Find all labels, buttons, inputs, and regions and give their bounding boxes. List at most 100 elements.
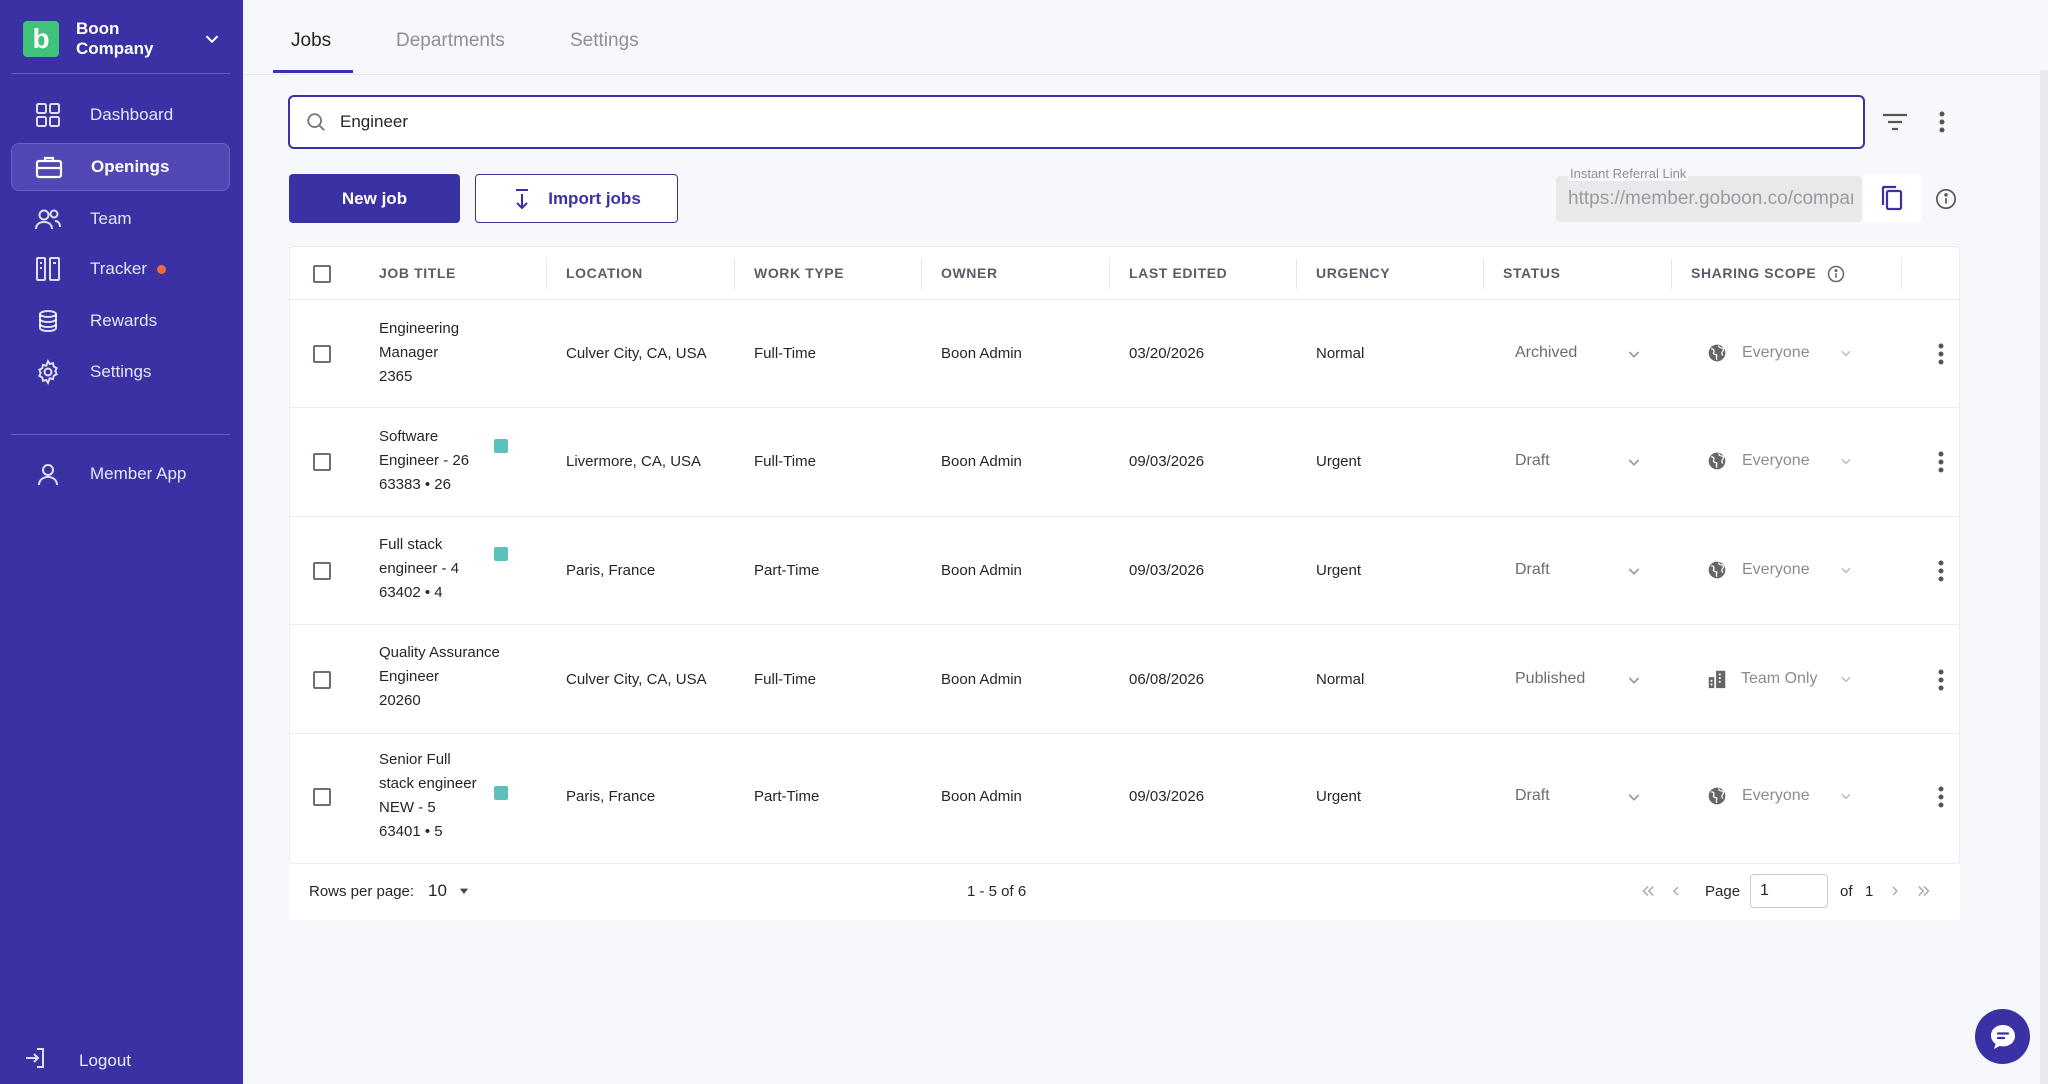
table-row[interactable]: Senior Full stack engineer NEW - 5 63401… (290, 734, 1959, 864)
job-title-cell[interactable]: Engineering Manager 2365 (379, 317, 504, 389)
tab-settings[interactable]: Settings (570, 30, 639, 52)
row-checkbox[interactable] (313, 788, 331, 806)
job-title-cell[interactable]: Senior Full stack engineer NEW - 5 63401… (379, 748, 504, 844)
job-title-cell[interactable]: Software Engineer - 26 63383 • 26 (379, 425, 504, 497)
chevron-down-icon (1628, 568, 1640, 575)
chevron-down-icon[interactable] (201, 28, 223, 50)
sidebar-item-tracker[interactable]: Tracker (11, 245, 230, 293)
more-options-button[interactable] (1930, 108, 1954, 136)
sharing-scope-value: Everyone (1742, 452, 1810, 469)
location-cell: Culver City, CA, USA (566, 345, 707, 362)
column-header-job-title[interactable]: JOB TITLE (379, 265, 456, 281)
chat-button[interactable] (1975, 1009, 2030, 1064)
sidebar-item-rewards[interactable]: Rewards (11, 297, 230, 345)
sidebar-item-dashboard[interactable]: Dashboard (11, 91, 230, 139)
referral-link-field: Instant Referral Link (1556, 166, 1862, 222)
more-vertical-icon (1938, 560, 1944, 582)
new-job-button[interactable]: New job (289, 174, 460, 223)
row-more-button[interactable] (1931, 784, 1951, 810)
row-more-button[interactable] (1931, 558, 1951, 584)
referral-badge-icon (494, 439, 508, 453)
job-id: 2365 (379, 368, 413, 385)
copy-icon (1881, 185, 1903, 211)
referral-badge-icon (494, 547, 508, 561)
owner-cell: Boon Admin (941, 562, 1022, 579)
job-title-cell[interactable]: Full stack engineer - 4 63402 • 4 (379, 533, 504, 605)
column-header-owner[interactable]: OWNER (941, 265, 998, 281)
row-more-button[interactable] (1931, 449, 1951, 475)
job-title-cell[interactable]: Quality Assurance Engineer 20260 (379, 641, 519, 713)
row-checkbox[interactable] (313, 453, 331, 471)
column-header-location[interactable]: LOCATION (566, 265, 643, 281)
more-vertical-icon (1938, 669, 1944, 691)
status-value: Draft (1515, 787, 1550, 804)
info-icon[interactable] (1934, 187, 1958, 211)
job-title-line: Senior Full (379, 751, 451, 768)
tab-departments[interactable]: Departments (396, 30, 505, 52)
table-row[interactable]: Engineering Manager 2365 Culver City, CA… (290, 300, 1959, 408)
people-icon (34, 205, 62, 233)
boon-logo: b (23, 21, 59, 57)
logout-button[interactable]: Logout (23, 1046, 131, 1075)
column-divider (734, 259, 735, 289)
referral-link-input[interactable] (1568, 188, 1853, 210)
table-row[interactable]: Quality Assurance Engineer 20260 Culver … (290, 625, 1959, 734)
table-pagination: Rows per page: 10 1 - 5 of 6 Page of 1 (289, 864, 1960, 920)
column-header-status[interactable]: STATUS (1503, 265, 1561, 281)
company-switcher[interactable]: b Boon Company (23, 14, 223, 64)
select-all-checkbox[interactable] (313, 265, 331, 283)
tab-jobs[interactable]: Jobs (291, 30, 331, 52)
prev-page-button[interactable] (1666, 880, 1686, 902)
sharing-scope-value: Everyone (1742, 344, 1810, 361)
row-more-button[interactable] (1931, 667, 1951, 693)
sidebar-item-team[interactable]: Team (11, 195, 230, 243)
import-jobs-button[interactable]: Import jobs (475, 174, 678, 223)
column-divider (1296, 259, 1297, 289)
column-header-sharing-scope[interactable]: SHARING SCOPE (1691, 265, 1816, 281)
first-page-button[interactable] (1638, 880, 1658, 902)
active-tab-indicator (273, 70, 353, 73)
page-scrollbar[interactable] (2040, 70, 2048, 1084)
owner-cell: Boon Admin (941, 345, 1022, 362)
briefcase-icon (35, 153, 63, 181)
sidebar-item-settings[interactable]: Settings (11, 348, 230, 396)
company-name: Boon Company (76, 19, 154, 58)
column-divider (1671, 259, 1672, 289)
row-checkbox[interactable] (313, 345, 331, 363)
table-row[interactable]: Full stack engineer - 4 63402 • 4 Paris,… (290, 517, 1959, 625)
globe-icon (1708, 787, 1726, 805)
column-header-work-type[interactable]: WORK TYPE (754, 265, 844, 281)
last-page-button[interactable] (1914, 880, 1934, 902)
tracker-icon (34, 255, 62, 283)
rows-per-page-value: 10 (428, 881, 447, 900)
column-header-urgency[interactable]: URGENCY (1316, 265, 1390, 281)
chevron-down-icon (1841, 676, 1851, 683)
work-type-cell: Full-Time (754, 453, 816, 470)
page-number-input[interactable] (1750, 874, 1828, 908)
job-id: 63401 • 5 (379, 823, 443, 840)
next-page-button[interactable] (1885, 880, 1905, 902)
filter-button[interactable] (1880, 108, 1910, 136)
referral-link-label: Instant Referral Link (1568, 166, 1689, 181)
job-title-line: Full stack (379, 536, 443, 553)
location-cell: Culver City, CA, USA (566, 671, 707, 688)
sidebar-item-openings[interactable]: Openings (11, 143, 230, 191)
job-id: 63402 • 4 (379, 584, 443, 601)
status-value: Archived (1515, 344, 1578, 361)
more-vertical-icon (1938, 343, 1944, 365)
column-divider (1901, 259, 1902, 289)
copy-link-button[interactable] (1863, 174, 1921, 222)
sidebar-item-member-app[interactable]: Member App (11, 450, 230, 498)
search-input[interactable] (340, 107, 1820, 137)
row-more-button[interactable] (1931, 341, 1951, 367)
table-row[interactable]: Software Engineer - 26 63383 • 26 Liverm… (290, 408, 1959, 517)
row-checkbox[interactable] (313, 671, 331, 689)
column-header-last-edited[interactable]: LAST EDITED (1129, 265, 1227, 281)
urgency-cell: Urgent (1316, 453, 1362, 470)
row-checkbox[interactable] (313, 562, 331, 580)
status-value: Published (1515, 670, 1586, 687)
info-icon[interactable] (1827, 265, 1845, 283)
referral-field-box (1556, 176, 1862, 222)
page-label: Page (1705, 883, 1741, 900)
more-vertical-icon (1938, 451, 1944, 473)
